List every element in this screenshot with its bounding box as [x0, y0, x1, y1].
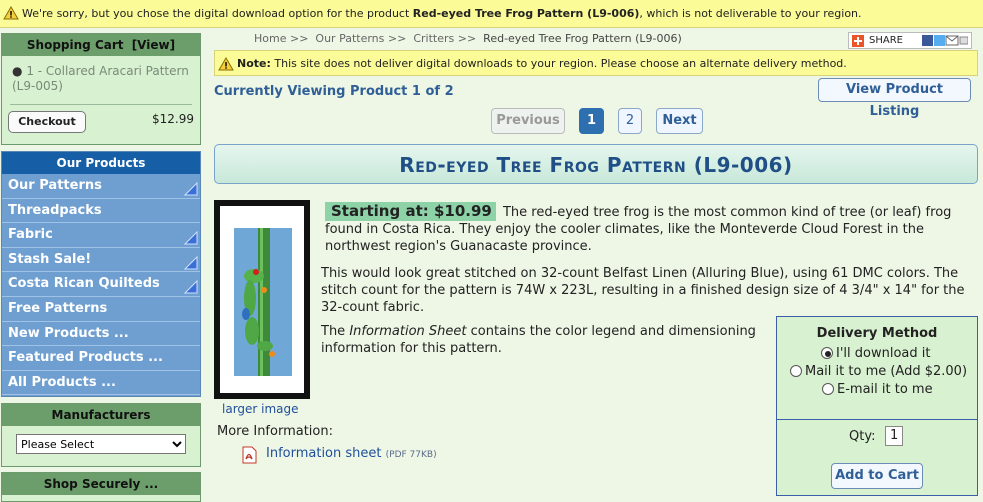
- cart-header: Shopping Cart [View]: [2, 34, 200, 56]
- information-sheet-label: Information sheet: [266, 446, 382, 461]
- delivery-option-label: Mail it to me (Add $2.00): [805, 364, 968, 379]
- quantity-label: Qty:: [849, 429, 876, 444]
- description-text-3: The Information Sheet contains the color…: [321, 323, 769, 357]
- previous-button[interactable]: Previous: [491, 108, 565, 134]
- share-label: SHARE: [869, 35, 903, 46]
- viewing-status: Currently Viewing Product 1 of 2: [214, 84, 454, 99]
- nav-item[interactable]: Our Patterns: [2, 174, 200, 199]
- product-image[interactable]: [214, 200, 310, 399]
- radio-icon[interactable]: [822, 383, 834, 395]
- share-plus-icon: [852, 35, 864, 47]
- bullet-icon: ●: [12, 64, 23, 78]
- nav-item[interactable]: Stash Sale!: [2, 248, 200, 273]
- warning-text-prefix: We're sorry, but you chose the digital d…: [22, 7, 413, 20]
- breadcrumb-separator: >>: [457, 32, 477, 45]
- manufacturers-box: Manufacturers Please Select: [1, 403, 201, 467]
- submenu-arrow-icon: [184, 231, 198, 245]
- cart-divider: [10, 104, 192, 105]
- cart-title: Shopping Cart: [26, 38, 124, 52]
- nav-item[interactable]: Threadpacks: [2, 199, 200, 224]
- delivery-option-mail[interactable]: Mail it to me (Add $2.00): [790, 364, 967, 379]
- product-title: Red-eyed Tree Frog Pattern (L9-006): [399, 153, 793, 177]
- delivery-note: Note: This site does not deliver digital…: [214, 50, 978, 76]
- radio-selected-icon[interactable]: [821, 347, 833, 359]
- view-product-listing-button[interactable]: View Product Listing: [818, 78, 971, 119]
- nav-item-label: New Products ...: [8, 325, 129, 341]
- description-text-2: This would look great stitched on 32-cou…: [321, 266, 965, 315]
- product-image-mat: [220, 206, 304, 393]
- breadcrumb-critters[interactable]: Critters: [413, 32, 454, 45]
- breadcrumb-home[interactable]: Home: [254, 32, 286, 45]
- cart-total: $12.99: [152, 112, 194, 126]
- larger-image-link[interactable]: larger image: [222, 402, 299, 416]
- shop-securely-box: Shop Securely ...: [1, 472, 201, 502]
- breadcrumb-our-patterns[interactable]: Our Patterns: [315, 32, 384, 45]
- products-nav-title: Our Products: [2, 152, 200, 174]
- more-information-label: More Information:: [217, 424, 333, 439]
- delivery-method-box: Delivery Method I'll download it Mail it…: [776, 316, 978, 496]
- delivery-option-download[interactable]: I'll download it: [821, 346, 930, 361]
- cart-item-label: 1 - Collared Aracari Pattern (L9-005): [12, 64, 189, 93]
- delivery-divider: [777, 419, 977, 420]
- nav-item-label: Free Patterns: [8, 300, 108, 316]
- add-to-cart-button[interactable]: Add to Cart: [831, 463, 923, 489]
- checkout-button[interactable]: Checkout: [8, 111, 86, 133]
- nav-item-label: Threadpacks: [8, 202, 102, 218]
- warning-icon: [3, 6, 19, 20]
- warning-text-suffix: , which is not deliverable to your regio…: [639, 7, 862, 20]
- products-nav-list: Our Patterns Threadpacks Fabric Stash Sale!…: [2, 174, 200, 396]
- warning-icon: [218, 57, 234, 71]
- description-3-pre: The: [321, 324, 350, 339]
- nav-item[interactable]: Fabric: [2, 223, 200, 248]
- products-nav: Our Products Our Patterns Threadpacks Fabr…: [1, 151, 201, 397]
- shopping-cart-box: Shopping Cart [View] ● 1 - Collared Arac…: [1, 33, 201, 145]
- cart-view-link[interactable]: [View]: [132, 38, 175, 52]
- nav-item[interactable]: Costa Rican Quilteds: [2, 272, 200, 297]
- page-2-button[interactable]: 2: [618, 108, 642, 134]
- information-sheet-size: (PDF 77KB): [385, 450, 437, 460]
- product-description-1: Starting at: $10.99 The red-eyed tree fr…: [325, 202, 975, 255]
- nav-item-label: Stash Sale!: [8, 251, 92, 267]
- share-button[interactable]: SHARE: [848, 32, 972, 49]
- social-icons: [922, 35, 968, 46]
- delivery-option-label: I'll download it: [836, 346, 931, 361]
- delivery-method-title: Delivery Method: [816, 326, 938, 341]
- nav-item[interactable]: New Products ...: [2, 322, 200, 347]
- shop-securely-title: Shop Securely ...: [2, 473, 200, 495]
- cart-item[interactable]: ● 1 - Collared Aracari Pattern (L9-005): [12, 64, 192, 94]
- nav-item-label: Costa Rican Quilteds: [8, 276, 160, 292]
- submenu-arrow-icon: [184, 182, 198, 196]
- manufacturers-select[interactable]: Please Select: [16, 434, 186, 454]
- frog-pattern-image: [234, 228, 292, 376]
- nav-item[interactable]: Free Patterns: [2, 297, 200, 322]
- submenu-arrow-icon: [184, 280, 198, 294]
- pdf-icon: [242, 446, 257, 464]
- breadcrumb: Home >> Our Patterns >> Critters >> Red-…: [254, 32, 682, 45]
- delivery-option-label: E-mail it to me: [837, 382, 933, 397]
- submenu-arrow-icon: [184, 255, 198, 270]
- nav-item-label: All Products ...: [8, 374, 116, 390]
- nav-item[interactable]: All Products ...: [2, 371, 200, 396]
- note-label: Note:: [237, 57, 271, 70]
- note-text: This site does not deliver digital downl…: [270, 57, 847, 70]
- page-1-button[interactable]: 1: [579, 108, 604, 134]
- nav-item[interactable]: Featured Products ...: [2, 346, 200, 371]
- nav-item-label: Featured Products ...: [8, 350, 163, 366]
- breadcrumb-current: Red-eyed Tree Frog Pattern (L9-006): [483, 32, 682, 45]
- next-button[interactable]: Next: [656, 108, 703, 134]
- quantity-input[interactable]: 1: [885, 426, 903, 446]
- delivery-option-email[interactable]: E-mail it to me: [822, 382, 933, 397]
- region-warning-bar: We're sorry, but you chose the digital d…: [0, 0, 983, 28]
- product-title-bar: Red-eyed Tree Frog Pattern (L9-006): [214, 144, 978, 184]
- nav-item-label: Fabric: [8, 227, 53, 243]
- breadcrumb-separator: >>: [387, 32, 407, 45]
- breadcrumb-separator: >>: [289, 32, 309, 45]
- information-sheet-term: Information Sheet: [349, 324, 467, 339]
- nav-item-label: Our Patterns: [8, 178, 102, 193]
- warning-product-name: Red-eyed Tree Frog Pattern (L9-006): [412, 7, 640, 20]
- radio-icon[interactable]: [790, 365, 802, 377]
- starting-price: Starting at: $10.99: [325, 202, 496, 221]
- manufacturers-title: Manufacturers: [2, 404, 200, 426]
